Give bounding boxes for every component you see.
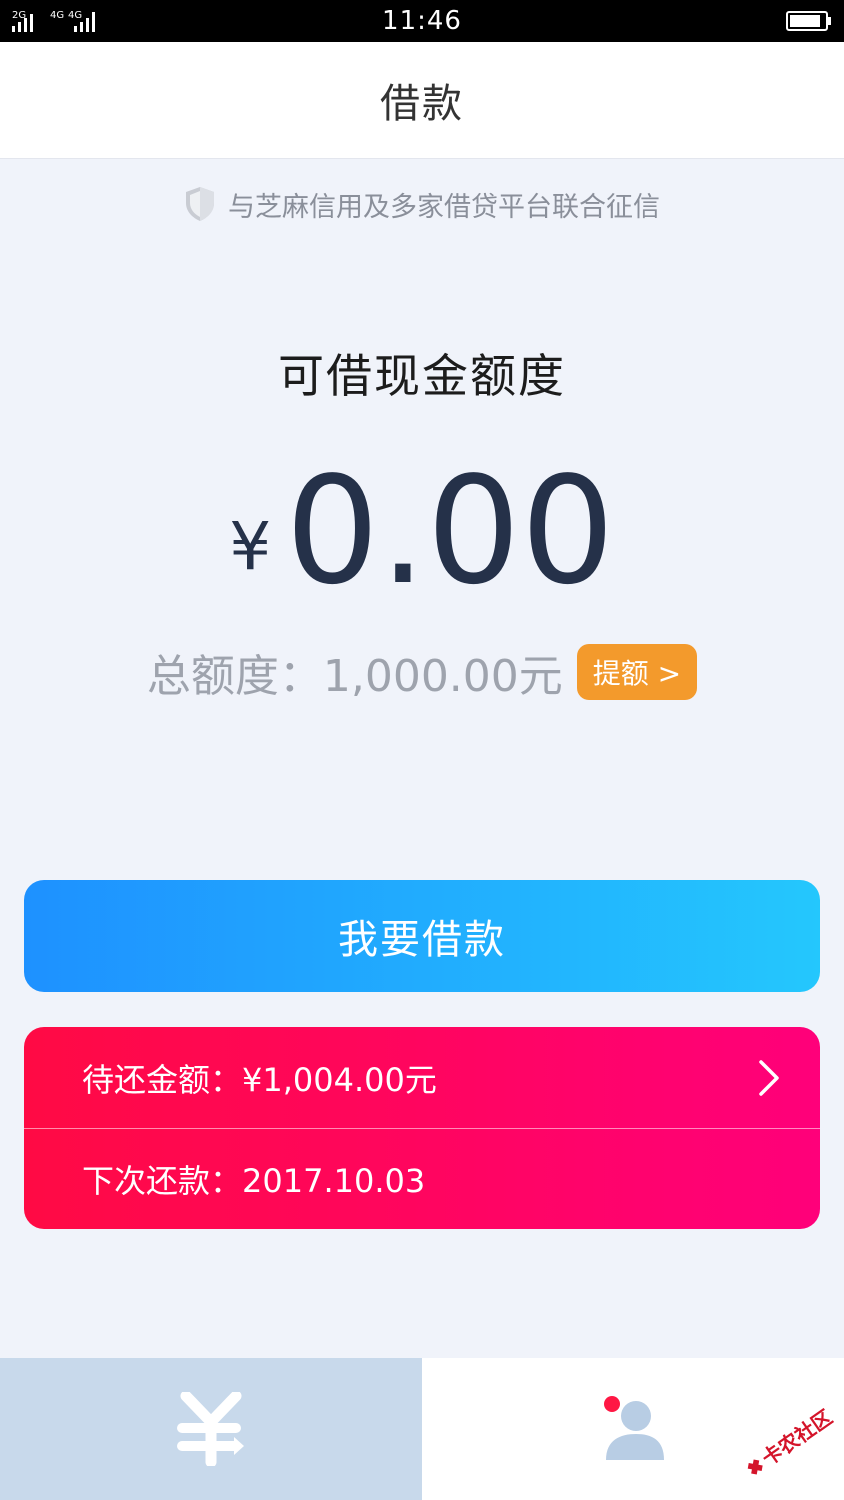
status-time: 11:46 — [382, 6, 462, 36]
chevron-right-icon — [759, 1060, 779, 1096]
currency-symbol: ¥ — [229, 508, 272, 585]
yen-icon — [177, 1392, 244, 1466]
repayment-card: 待还金额：¥1,004.00元 下次还款：2017.10.03 — [24, 1027, 820, 1229]
borrow-button[interactable]: 我要借款 — [24, 880, 820, 992]
pending-repayment-label: 待还金额：¥1,004.00元 — [82, 1060, 437, 1099]
total-credit-row: 总额度： 1,000.00元 提额 > — [0, 640, 844, 704]
app-header: 借款 — [0, 42, 844, 159]
battery-icon — [786, 11, 831, 31]
credit-notice: 与芝麻信用及多家借贷平台联合征信 — [0, 180, 844, 228]
shield-icon — [186, 187, 214, 221]
status-bar: 2G 4G 4G 11:46 — [0, 0, 844, 42]
page-title: 借款 — [380, 81, 464, 127]
available-amount: ¥ 0.00 — [0, 455, 844, 605]
total-credit-label: 总额度： — [146, 651, 323, 702]
watermark-text: 卡农社区 — [757, 1408, 836, 1471]
tab-bar — [0, 1358, 844, 1500]
raise-limit-button[interactable]: 提额 > — [576, 644, 698, 700]
user-icon — [604, 1396, 664, 1460]
available-amount-value: 0.00 — [285, 445, 615, 617]
total-credit-value: 1,000.00元 — [322, 651, 563, 702]
notification-dot — [604, 1396, 620, 1412]
next-repayment-label: 下次还款：2017.10.03 — [82, 1162, 426, 1200]
next-repayment-row: 下次还款：2017.10.03 — [24, 1129, 820, 1229]
watermark-logo: 卡农社区 — [747, 1408, 836, 1475]
notice-text: 与芝麻信用及多家借贷平台联合征信 — [228, 191, 660, 223]
tab-loan[interactable] — [0, 1358, 422, 1500]
pending-repayment-row[interactable]: 待还金额：¥1,004.00元 — [24, 1027, 820, 1129]
available-credit-label: 可借现金额度 — [278, 349, 566, 403]
